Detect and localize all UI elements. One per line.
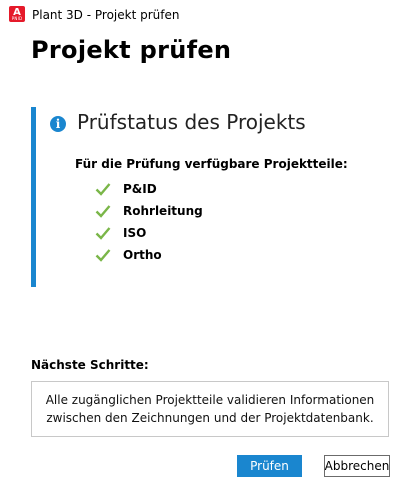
window-title: Plant 3D - Projekt prüfen [32, 8, 180, 22]
available-parts-label: Für die Prüfung verfügbare Projektteile: [75, 157, 348, 171]
status-panel [31, 107, 396, 287]
next-steps-label: Nächste Schritte: [31, 358, 149, 372]
list-item: Ortho [95, 244, 203, 266]
check-icon [95, 183, 111, 196]
info-icon: i [50, 116, 66, 132]
list-item: ISO [95, 222, 203, 244]
part-label: Ortho [123, 248, 162, 262]
list-item: Rohrleitung [95, 200, 203, 222]
check-icon [95, 205, 111, 218]
check-icon [95, 227, 111, 240]
part-label: Rohrleitung [123, 204, 203, 218]
title-bar: A PNID Plant 3D - Projekt prüfen [0, 0, 420, 30]
cancel-button[interactable]: Abbrechen [324, 455, 390, 477]
part-label: P&ID [123, 182, 157, 196]
autocad-app-icon: A PNID [9, 6, 25, 22]
list-item: P&ID [95, 178, 203, 200]
status-title: Prüfstatus des Projekts [77, 110, 306, 134]
page-title: Projekt prüfen [31, 36, 232, 64]
next-steps-text: Alle zugänglichen Projektteile validiere… [45, 393, 375, 425]
next-steps-box: Alle zugänglichen Projektteile validiere… [31, 381, 389, 437]
check-button[interactable]: Prüfen [237, 455, 302, 477]
part-label: ISO [123, 226, 147, 240]
check-icon [95, 249, 111, 262]
parts-list: P&ID Rohrleitung ISO Ortho [95, 178, 203, 266]
